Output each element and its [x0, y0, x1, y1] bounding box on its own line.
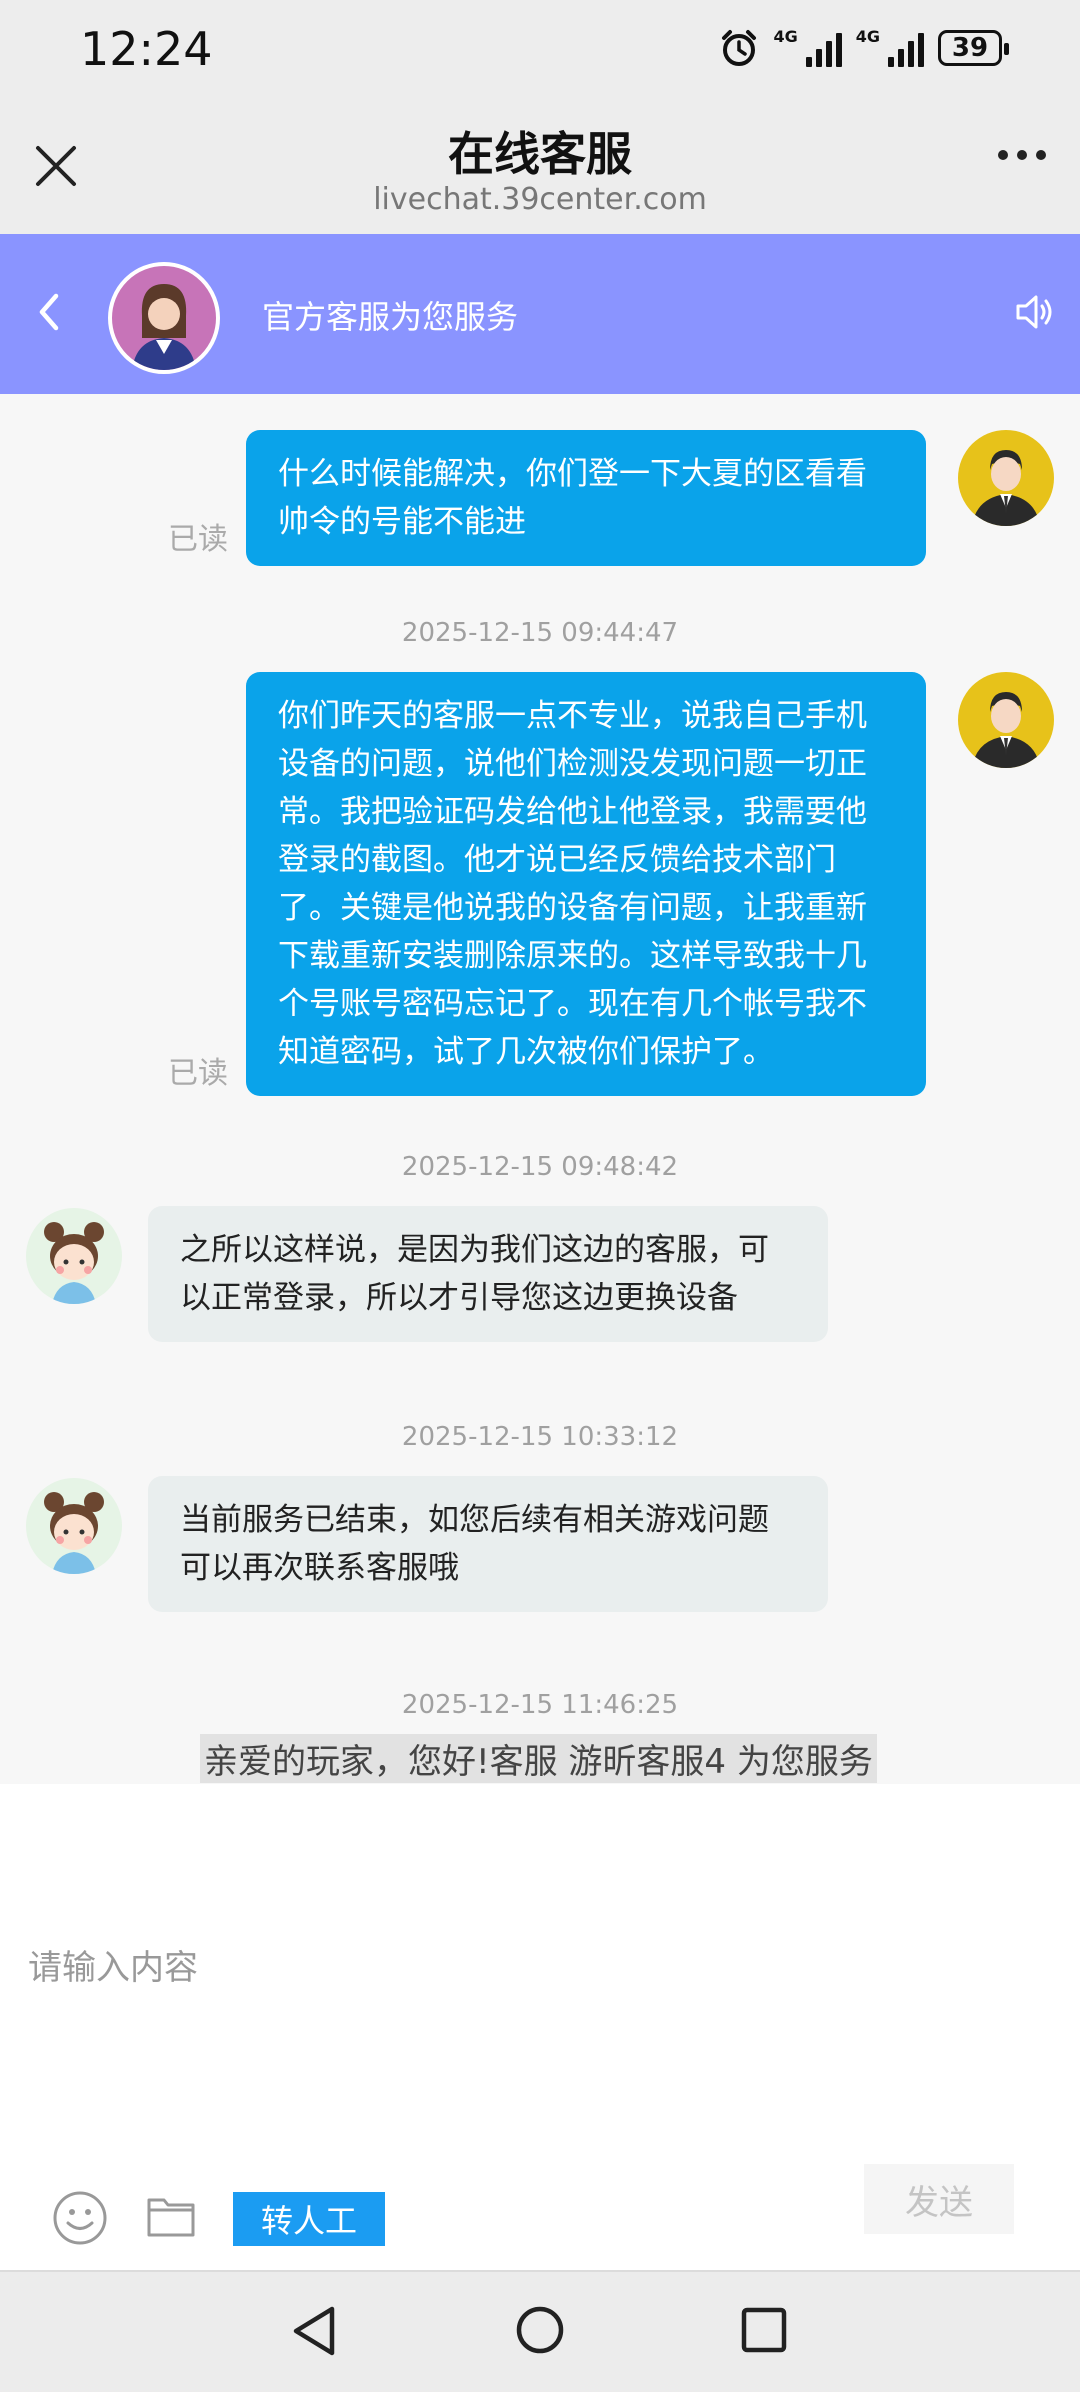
folder-icon[interactable] — [146, 2194, 196, 2238]
emoji-icon[interactable] — [52, 2190, 108, 2246]
system-message: 亲爱的玩家，您好!客服 游昕客服4 为您服务 — [200, 1734, 877, 1783]
transfer-to-human-button[interactable]: 转人工 — [233, 2192, 385, 2246]
message-input[interactable]: 请输入内容 — [28, 1940, 198, 1989]
nav-recents-icon[interactable] — [740, 2306, 788, 2354]
message-timestamp: 2025-12-15 09:48:42 — [401, 1152, 679, 1182]
agent-message: 之所以这样说，是因为我们这边的客服，可以正常登录，所以才引导您这边更换设备 — [148, 1206, 828, 1342]
user-avatar — [958, 672, 1054, 768]
user-message: 什么时候能解决，你们登一下大夏的区看看帅令的号能不能进 — [246, 430, 926, 566]
speaker-icon[interactable] — [1012, 290, 1056, 334]
page-url: livechat.39center.com — [373, 182, 707, 217]
back-icon[interactable] — [30, 290, 70, 334]
status-icons: 4G 4G 39 — [719, 27, 1009, 68]
user-avatar — [958, 430, 1054, 526]
signal-icon — [805, 29, 842, 67]
battery-level: 39 — [951, 33, 989, 63]
status-time: 12:24 — [80, 22, 213, 76]
agent-avatar — [108, 262, 220, 374]
agent-message: 当前服务已结束，如您后续有相关游戏问题可以再次联系客服哦 — [148, 1476, 828, 1612]
signal-icon — [888, 29, 924, 67]
message-timestamp: 2025-12-15 09:44:47 — [401, 618, 679, 648]
user-message: 你们昨天的客服一点不专业，说我自己手机设备的问题，说他们检测没发现问题一切正常。… — [246, 672, 926, 1096]
chat-header-title: 官方客服为您服务 — [262, 298, 519, 336]
nav-home-icon[interactable] — [514, 2304, 566, 2356]
network-type-1: 4G — [773, 27, 798, 46]
agent-message-avatar — [26, 1208, 122, 1304]
read-status: 已读 — [168, 1056, 228, 1091]
message-timestamp: 2025-12-15 10:33:12 — [401, 1422, 679, 1452]
message-timestamp: 2025-12-15 11:46:25 — [401, 1690, 679, 1720]
send-button[interactable]: 发送 — [864, 2164, 1014, 2234]
agent-message-avatar — [26, 1478, 122, 1574]
network-type-2: 4G — [855, 27, 880, 46]
read-status: 已读 — [168, 522, 228, 557]
nav-back-icon[interactable] — [290, 2304, 340, 2358]
page-title: 在线客服 — [448, 127, 632, 181]
chat-messages: 已读 什么时候能解决，你们登一下大夏的区看看帅令的号能不能进 2025-12-1… — [0, 394, 1080, 1784]
battery-icon: 39 — [938, 30, 1009, 66]
alarm-icon — [722, 30, 757, 66]
more-icon[interactable] — [998, 150, 1046, 160]
